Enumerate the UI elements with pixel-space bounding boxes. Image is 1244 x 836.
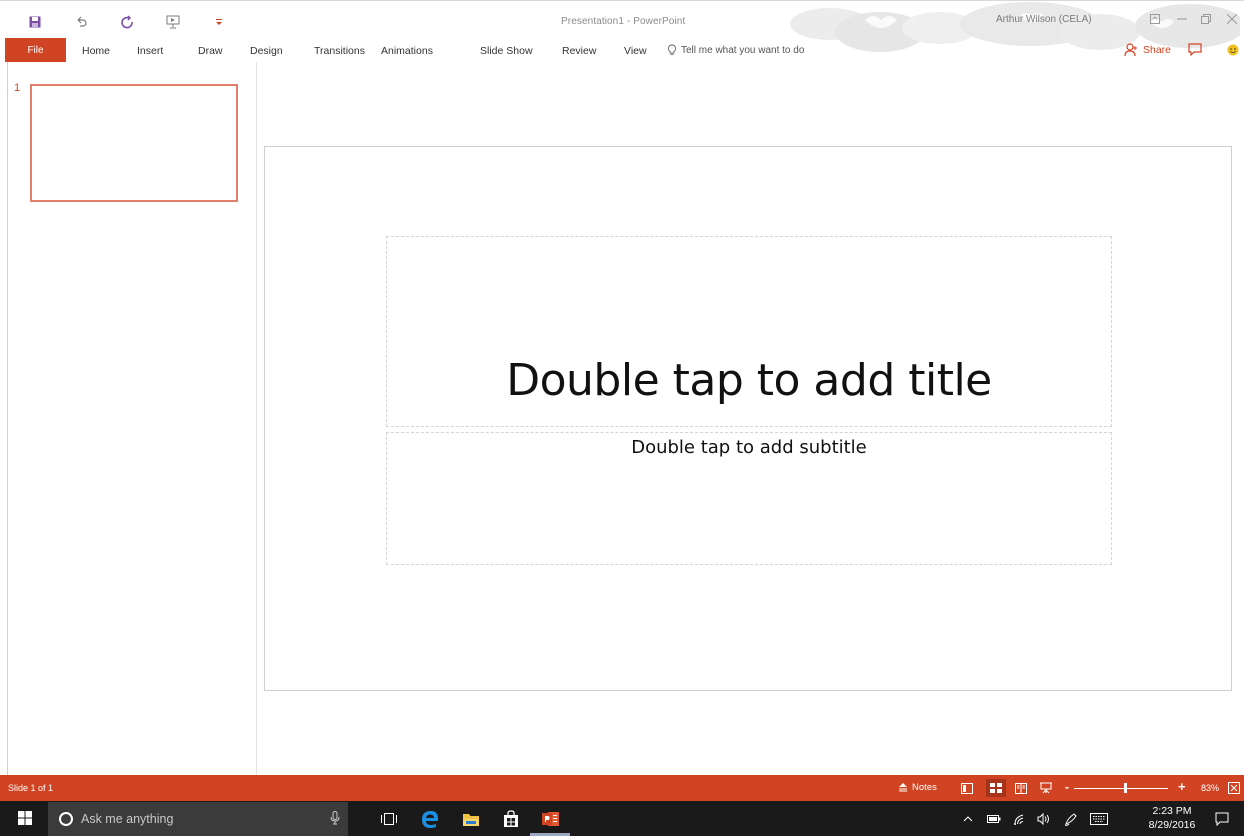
share-button[interactable]: Share xyxy=(1124,43,1171,57)
zoom-slider-thumb[interactable] xyxy=(1124,783,1127,793)
notes-label: Notes xyxy=(912,782,937,793)
lightbulb-icon xyxy=(668,44,676,55)
edge-browser-icon[interactable] xyxy=(419,808,441,830)
slide-sorter-view-icon[interactable] xyxy=(986,779,1006,797)
task-view-icon[interactable] xyxy=(378,808,400,830)
customize-toolbar-icon[interactable] xyxy=(208,13,230,31)
normal-view-icon[interactable] xyxy=(957,779,977,797)
close-icon[interactable] xyxy=(1222,11,1242,27)
comment-icon[interactable] xyxy=(1188,42,1202,61)
smiley-feedback-icon[interactable] xyxy=(1227,43,1239,61)
title-placeholder-text: Double tap to add title xyxy=(506,355,992,406)
person-icon xyxy=(1124,43,1137,57)
tab-file[interactable]: File xyxy=(5,38,66,62)
touch-keyboard-icon[interactable] xyxy=(1088,811,1110,827)
tab-insert[interactable]: Insert xyxy=(137,45,163,57)
clock-date: 8/29/2016 xyxy=(1148,819,1196,831)
tab-home[interactable]: Home xyxy=(82,45,110,57)
share-label: Share xyxy=(1143,44,1172,56)
search-placeholder: Ask me anything xyxy=(81,812,174,826)
title-bar: Presentation1 - PowerPoint Arthur Wilson… xyxy=(0,0,1244,52)
subtitle-placeholder-text: Double tap to add subtitle xyxy=(631,437,867,458)
tell-me-box[interactable]: Tell me what you want to do xyxy=(667,44,804,56)
action-center-icon[interactable] xyxy=(1213,811,1231,827)
slide-show-view-icon[interactable] xyxy=(1036,779,1056,797)
taskbar-clock[interactable]: 2:23 PM 8/29/2016 xyxy=(1143,804,1201,832)
redo-icon[interactable] xyxy=(116,13,138,31)
windows-taskbar: Ask me anything 2:23 PM 8/29/2016 xyxy=(0,801,1244,836)
signed-in-user[interactable]: Arthur Wilson (CELA) xyxy=(996,14,1092,25)
tab-design[interactable]: Design xyxy=(250,45,283,57)
minimize-icon[interactable] xyxy=(1172,11,1192,27)
zoom-out-button[interactable]: - xyxy=(1065,780,1069,794)
zoom-in-button[interactable]: + xyxy=(1178,779,1186,794)
clock-time: 2:23 PM xyxy=(1152,805,1192,817)
window-title: Presentation1 - PowerPoint xyxy=(561,16,686,27)
status-bar: Slide 1 of 1 Notes - + 83% xyxy=(0,775,1244,801)
tab-view[interactable]: View xyxy=(624,45,647,57)
store-icon[interactable] xyxy=(500,808,522,830)
thumbnail-number: 1 xyxy=(14,82,21,94)
microphone-icon[interactable] xyxy=(330,811,340,830)
reading-view-icon[interactable] xyxy=(1011,779,1031,797)
zoom-percent[interactable]: 83% xyxy=(1201,783,1219,793)
start-from-beginning-icon[interactable] xyxy=(162,13,184,31)
tab-transitions[interactable]: Transitions xyxy=(314,45,365,57)
wifi-icon[interactable] xyxy=(1011,811,1029,827)
show-hidden-icons-icon[interactable] xyxy=(959,811,977,827)
slide-counter: Slide 1 of 1 xyxy=(8,783,54,793)
cortana-search-box[interactable]: Ask me anything xyxy=(48,802,348,836)
tab-draw[interactable]: Draw xyxy=(198,45,223,57)
undo-icon[interactable] xyxy=(70,13,92,31)
tab-animations[interactable]: Animations xyxy=(381,45,433,57)
windows-start-icon[interactable] xyxy=(18,811,34,827)
powerpoint-window: Presentation1 - PowerPoint Arthur Wilson… xyxy=(0,0,1244,836)
battery-icon[interactable] xyxy=(985,811,1003,827)
quick-access-toolbar xyxy=(24,13,254,31)
slide-thumbnail[interactable] xyxy=(30,84,238,202)
ribbon-tabs: File Home Insert Draw Design Transitions… xyxy=(0,38,1244,62)
tab-review[interactable]: Review xyxy=(562,45,596,57)
powerpoint-taskbar-icon[interactable] xyxy=(540,808,562,830)
notes-button[interactable]: Notes xyxy=(898,782,937,793)
notes-icon xyxy=(899,782,907,791)
zoom-slider-track[interactable] xyxy=(1074,788,1168,789)
title-placeholder[interactable]: Double tap to add title xyxy=(386,236,1112,427)
pen-workspace-icon[interactable] xyxy=(1062,811,1080,827)
restore-icon[interactable] xyxy=(1196,11,1216,27)
save-icon[interactable] xyxy=(24,13,46,31)
tell-me-placeholder: Tell me what you want to do xyxy=(681,44,805,56)
volume-icon[interactable] xyxy=(1035,811,1053,827)
cortana-icon xyxy=(59,812,73,826)
ribbon-display-options-icon[interactable] xyxy=(1145,11,1165,27)
fit-to-window-icon[interactable] xyxy=(1228,781,1240,795)
tab-slide-show[interactable]: Slide Show xyxy=(480,45,533,57)
subtitle-placeholder[interactable]: Double tap to add subtitle xyxy=(386,432,1112,565)
file-explorer-icon[interactable] xyxy=(460,808,482,830)
